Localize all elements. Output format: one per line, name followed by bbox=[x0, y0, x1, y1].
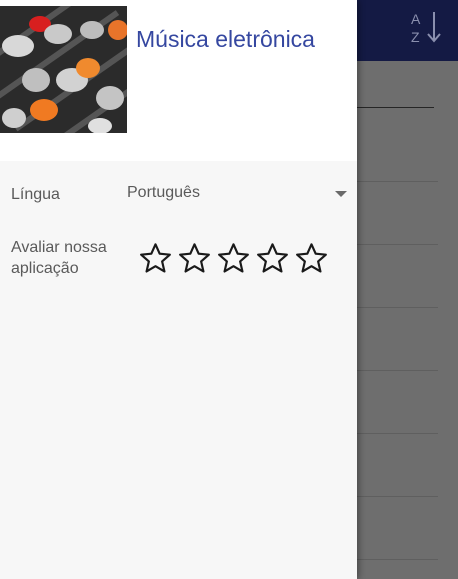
rating-stars[interactable] bbox=[136, 240, 331, 277]
star-icon[interactable] bbox=[136, 240, 175, 277]
svg-text:Z: Z bbox=[411, 29, 420, 45]
header-image bbox=[0, 6, 127, 133]
dropdown-arrow-icon bbox=[335, 191, 347, 197]
language-label: Língua bbox=[11, 186, 60, 203]
language-value: Português bbox=[127, 184, 200, 201]
list-divider bbox=[356, 559, 438, 560]
list-divider bbox=[356, 181, 438, 182]
navigation-drawer: Música eletrônica Língua Português Avali… bbox=[0, 0, 357, 579]
language-select[interactable]: Português bbox=[127, 182, 349, 208]
sort-button[interactable]: A Z bbox=[403, 6, 449, 48]
sort-alpha-icon: A Z bbox=[411, 11, 441, 45]
list-divider bbox=[356, 307, 438, 308]
mixer-knobs-image bbox=[0, 6, 127, 133]
star-icon[interactable] bbox=[175, 240, 214, 277]
list-divider bbox=[356, 244, 438, 245]
star-icon[interactable] bbox=[214, 240, 253, 277]
rating-label: Avaliar nossa aplicação bbox=[11, 239, 107, 277]
list-divider bbox=[356, 496, 438, 497]
star-icon[interactable] bbox=[292, 240, 331, 277]
list-divider bbox=[356, 433, 438, 434]
drawer-header: Música eletrônica bbox=[0, 0, 357, 161]
star-icon[interactable] bbox=[253, 240, 292, 277]
svg-text:A: A bbox=[411, 11, 421, 27]
drawer-title: Música eletrônica bbox=[136, 26, 315, 52]
search-underline bbox=[356, 107, 434, 108]
list-divider bbox=[356, 370, 438, 371]
